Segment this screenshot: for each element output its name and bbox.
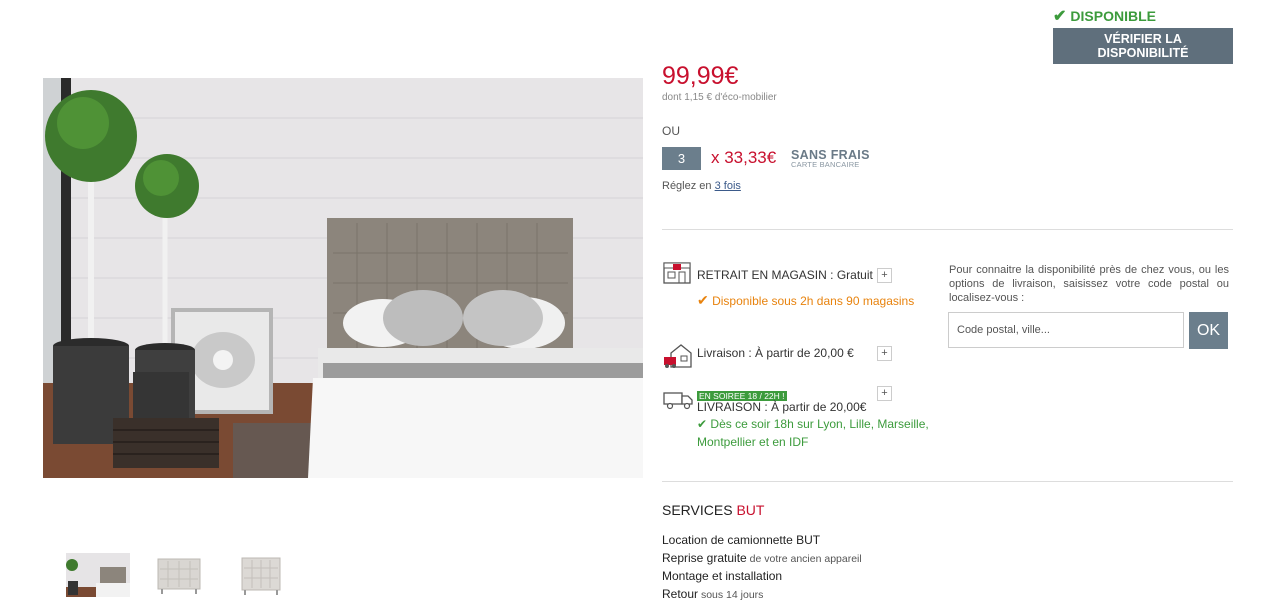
evening-delivery-option: LIVRAISON : À partir de 20,00€ [697,400,867,414]
check-icon: ✔ [697,417,708,431]
product-main-image[interactable] [43,78,643,478]
store-pickup-expand-button[interactable]: + [877,268,892,283]
thumbnail-image-2[interactable] [148,553,212,597]
store-icon [663,262,691,289]
installment-amount: x 33,33€ [711,148,777,167]
home-delivery-option: Livraison : À partir de 20,00 € [697,346,854,360]
carte-bancaire-label: CARTE BANCAIRE [791,160,860,169]
service-item[interactable]: Location de camionnette BUT [662,533,820,547]
evening-delivery-note: ✔ Dès ce soir 18h sur Lyon, Lille, Marse… [697,417,929,449]
check-icon: ✔ [697,292,709,308]
service-item[interactable]: Montage et installation [662,569,782,583]
store-pickup-option: RETRAIT EN MAGASIN : Gratuit [697,268,873,282]
or-separator: OU [662,124,680,138]
availability-status: ✔ DISPONIBLE [1053,8,1156,25]
home-delivery-expand-button[interactable]: + [877,346,892,361]
installments-info: Réglez en 3 fois [662,180,741,192]
postal-code-input[interactable] [948,312,1184,348]
services-title: SERVICES BUT [662,502,765,518]
installments-link[interactable]: 3 fois [715,180,741,192]
locator-info-text: Pour connaitre la disponibilité près de … [949,264,1229,304]
truck-icon [663,390,693,415]
thumbnail-image-1[interactable] [66,553,130,597]
service-item[interactable]: Reprise gratuite de votre ancien apparei… [662,551,862,565]
verify-availability-button[interactable]: VÉRIFIER LA DISPONIBILITÉ [1053,28,1233,64]
product-price: 99,99€ [662,62,739,90]
divider [662,229,1233,230]
home-delivery-icon [663,343,693,374]
service-item[interactable]: Retour sous 14 jours [662,587,763,601]
divider [662,481,1233,482]
eco-participation: dont 1,15 € d'éco-mobilier [662,92,777,103]
bedroom-scene-image [43,78,643,478]
installments-count-badge: 3 [662,147,701,170]
thumbnail-image-3[interactable] [230,553,294,597]
evening-delivery-expand-button[interactable]: + [877,386,892,401]
postal-code-ok-button[interactable]: OK [1189,312,1228,349]
check-icon: ✔ [1053,8,1067,25]
store-availability-note: ✔ Disponible sous 2h dans 90 magasins [697,292,915,308]
